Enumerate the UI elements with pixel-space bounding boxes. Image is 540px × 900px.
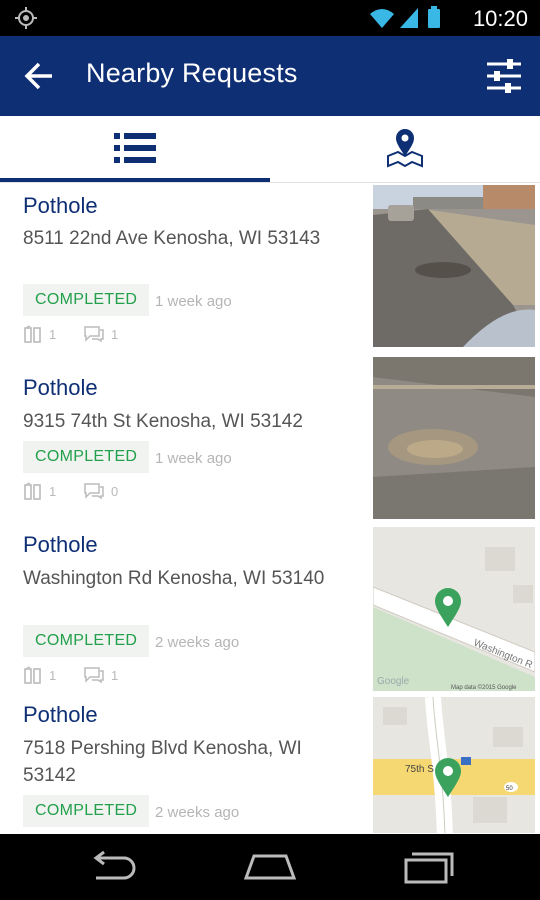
status-icons bbox=[370, 6, 440, 28]
list-item[interactable]: Pothole 7518 Pershing Blvd Kenosha, WI 5… bbox=[0, 693, 540, 833]
comment-icon bbox=[84, 483, 104, 500]
map-street-label: 75th S bbox=[405, 764, 434, 775]
view-tabs bbox=[0, 116, 540, 183]
comment-count: 1 bbox=[111, 668, 119, 683]
app-bar: Nearby Requests bbox=[0, 36, 540, 116]
list-item[interactable]: Pothole 9315 74th St Kenosha, WI 53142 C… bbox=[0, 353, 540, 523]
request-address: 8511 22nd Ave Kenosha, WI 53143 bbox=[23, 228, 321, 249]
route-shield: 50 bbox=[506, 786, 513, 792]
filter-icon[interactable] bbox=[484, 56, 524, 96]
map-pin-icon bbox=[387, 129, 423, 168]
status-badge: COMPLETED bbox=[23, 441, 150, 473]
comment-icon bbox=[84, 667, 104, 684]
request-photo[interactable] bbox=[373, 185, 535, 347]
vote-count: 1 bbox=[49, 484, 57, 499]
home-nav-icon[interactable] bbox=[240, 850, 300, 884]
system-nav-bar bbox=[0, 834, 540, 900]
recents-nav-icon[interactable] bbox=[398, 850, 458, 884]
request-stats: 1 1 bbox=[23, 325, 163, 345]
request-time: 1 week ago bbox=[155, 293, 232, 310]
request-type: Pothole bbox=[23, 532, 98, 557]
location-icon bbox=[15, 7, 37, 29]
request-type: Pothole bbox=[23, 193, 98, 218]
list-item[interactable]: Pothole 8511 22nd Ave Kenosha, WI 53143 … bbox=[0, 183, 540, 353]
request-map-thumbnail[interactable]: 75th S 50 bbox=[373, 697, 535, 833]
clock: 10:20 bbox=[472, 6, 528, 31]
map-credit: Map data ©2015 Google bbox=[451, 684, 517, 691]
wifi-icon bbox=[370, 9, 394, 28]
comment-count: 1 bbox=[111, 327, 119, 342]
battery-icon bbox=[428, 6, 440, 28]
request-time: 2 weeks ago bbox=[155, 634, 240, 651]
request-time: 2 weeks ago bbox=[155, 804, 240, 821]
vote-count: 1 bbox=[49, 327, 57, 342]
request-photo[interactable] bbox=[373, 357, 535, 519]
tab-list[interactable] bbox=[0, 116, 270, 182]
request-type: Pothole bbox=[23, 375, 98, 400]
request-stats: 1 0 bbox=[23, 482, 163, 502]
list-icon bbox=[114, 133, 156, 163]
status-badge: COMPLETED bbox=[23, 795, 150, 827]
comment-icon bbox=[84, 326, 104, 343]
request-type: Pothole bbox=[23, 702, 98, 727]
request-address: 9315 74th St Kenosha, WI 53142 bbox=[23, 411, 303, 432]
vote-icon bbox=[24, 666, 41, 684]
tab-map[interactable] bbox=[270, 116, 540, 182]
request-stats: 1 1 bbox=[23, 666, 163, 686]
selected-tab-indicator bbox=[0, 178, 270, 182]
status-badge: COMPLETED bbox=[23, 625, 150, 657]
request-time: 1 week ago bbox=[155, 450, 232, 467]
status-bar: 10:20 bbox=[0, 0, 540, 36]
back-nav-icon[interactable] bbox=[82, 850, 142, 884]
vote-icon bbox=[24, 325, 41, 343]
request-map-thumbnail[interactable]: Washington R Google Map data ©2015 Googl… bbox=[373, 527, 535, 691]
list-item[interactable]: Pothole Washington Rd Kenosha, WI 53140 … bbox=[0, 523, 540, 693]
request-address: 7518 Pershing Blvd Kenosha, WI 53142 bbox=[23, 738, 302, 786]
comment-count: 0 bbox=[111, 484, 119, 499]
signal-icon bbox=[400, 8, 418, 28]
vote-icon bbox=[24, 482, 41, 500]
back-arrow-icon[interactable] bbox=[22, 58, 58, 94]
status-badge: COMPLETED bbox=[23, 284, 150, 316]
requests-list: Pothole 8511 22nd Ave Kenosha, WI 53143 … bbox=[0, 183, 540, 833]
page-title: Nearby Requests bbox=[86, 58, 298, 88]
vote-count: 1 bbox=[49, 668, 57, 683]
request-address: Washington Rd Kenosha, WI 53140 bbox=[23, 568, 325, 589]
map-google-logo: Google bbox=[377, 676, 410, 687]
